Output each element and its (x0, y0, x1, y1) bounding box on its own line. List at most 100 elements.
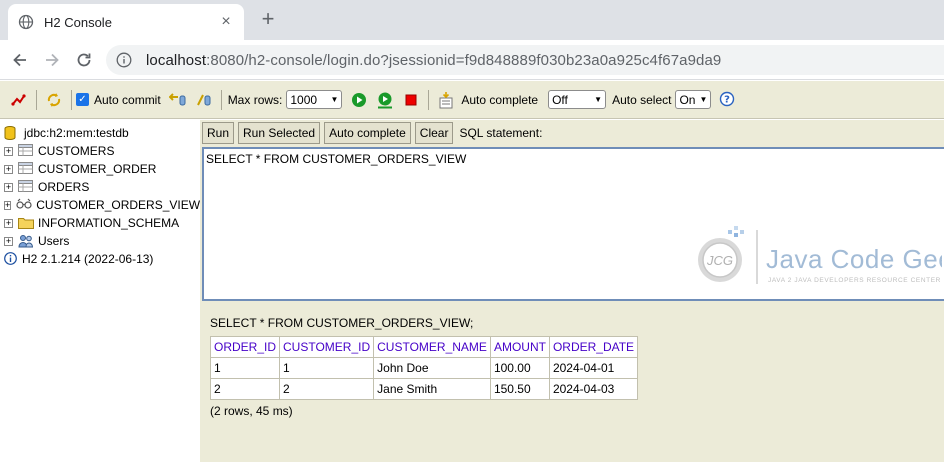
browser-navbar: localhost:8080/h2-console/login.do?jsess… (0, 40, 944, 80)
address-bar[interactable]: localhost:8080/h2-console/login.do?jsess… (106, 45, 944, 75)
max-rows-value: 1000 (290, 92, 318, 107)
auto-select-value: On (679, 92, 696, 107)
expand-icon[interactable]: + (4, 200, 12, 210)
tree-item-customer-order[interactable]: + CUSTOMER_ORDER (0, 160, 200, 178)
column-header[interactable]: ORDER_ID (209, 336, 281, 358)
table-cell: 100.00 (489, 357, 550, 379)
table-cell: 2 (279, 378, 375, 400)
tab-title: H2 Console (44, 14, 112, 30)
table-cell: 150.50 (489, 378, 550, 400)
column-header[interactable]: ORDER_DATE (548, 336, 639, 358)
folder-icon (18, 216, 34, 230)
back-button[interactable] (8, 48, 32, 72)
browser-tabstrip: H2 Console × + (0, 0, 944, 40)
browser-tab[interactable]: H2 Console × (8, 4, 244, 40)
close-tab-icon[interactable]: × (218, 13, 234, 31)
result-footer: (2 rows, 45 ms) (210, 404, 293, 418)
stop-icon[interactable] (402, 91, 420, 109)
table-cell: John Doe (373, 357, 491, 379)
connection-label: jdbc:h2:mem:testdb (24, 126, 129, 140)
auto-complete-button[interactable]: Auto complete (324, 122, 411, 144)
table-row: 2 2 Jane Smith 150.50 2024-04-03 (209, 378, 639, 400)
sql-text: SELECT * FROM CUSTOMER_ORDERS_VIEW (206, 152, 467, 166)
run-button[interactable]: Run (202, 122, 235, 144)
tree-item-orders[interactable]: + ORDERS (0, 178, 200, 196)
editor-button-row: Run Run Selected Auto complete Clear SQL… (202, 122, 542, 144)
tree-item-customer-orders-view[interactable]: + CUSTOMER_ORDERS_VIEW (0, 196, 200, 214)
toolbar-divider (36, 89, 37, 110)
max-rows-label: Max rows: (227, 92, 283, 107)
table-icon (18, 180, 34, 194)
sql-statement-label: SQL statement: (459, 126, 543, 140)
info-icon[interactable] (116, 52, 132, 68)
url-path: :8080/h2-console/login.do?jsessionid=f9d… (206, 51, 722, 69)
rollback-icon[interactable] (168, 91, 187, 109)
table-cell: 2024-04-03 (548, 378, 639, 400)
jcg-watermark: JCG Java Code Geeks JAVA 2 JAVA DEVELOPE… (692, 224, 944, 294)
reload-button[interactable] (72, 48, 96, 72)
jcg-logo: JCG Java Code Geeks JAVA 2 JAVA DEVELOPE… (698, 226, 944, 284)
h2-toolbar: ✓ Auto commit Max rows: 1000 ▼ Auto compl… (0, 81, 944, 119)
tree-item-label: ORDERS (38, 180, 90, 194)
auto-commit-checkbox[interactable]: ✓ (76, 93, 89, 106)
url-host: localhost (146, 51, 207, 69)
clear-button[interactable]: Clear (414, 122, 454, 144)
column-header[interactable]: AMOUNT (489, 336, 550, 358)
sql-editor[interactable]: SELECT * FROM CUSTOMER_ORDERS_VIEW JCG J… (202, 147, 944, 301)
auto-complete-select[interactable]: Off ▼ (548, 90, 607, 109)
auto-select-label: Auto select (612, 92, 672, 107)
info-icon (4, 252, 18, 266)
run-selected-button[interactable]: Run Selected (238, 122, 321, 144)
expand-icon[interactable]: + (4, 182, 13, 192)
run-icon[interactable] (350, 91, 368, 109)
chevron-down-icon: ▼ (594, 95, 603, 104)
view-icon (16, 198, 32, 212)
tree-item-label: CUSTOMERS (38, 144, 115, 158)
column-header[interactable]: CUSTOMER_ID (279, 336, 375, 358)
disconnect-icon[interactable] (10, 91, 28, 109)
run-selected-icon[interactable] (376, 91, 394, 109)
refresh-icon[interactable] (45, 91, 63, 109)
tree-version: H2 2.1.214 (2022-06-13) (0, 250, 200, 268)
tree-connection[interactable]: jdbc:h2:mem:testdb (0, 124, 200, 142)
result-area: SELECT * FROM CUSTOMER_ORDERS_VIEW; ORDE… (209, 316, 639, 418)
expand-icon[interactable]: + (4, 218, 13, 228)
column-header[interactable]: CUSTOMER_NAME (373, 336, 491, 358)
auto-commit-label: Auto commit (94, 92, 161, 107)
tree-item-label: CUSTOMER_ORDERS_VIEW (36, 198, 200, 212)
version-label: H2 2.1.214 (2022-06-13) (22, 252, 154, 266)
table-cell: Jane Smith (373, 378, 491, 400)
database-icon (4, 126, 20, 141)
query-panel: Run Run Selected Auto complete Clear SQL… (200, 120, 944, 462)
expand-icon[interactable]: + (4, 146, 13, 156)
tree-item-customers[interactable]: + CUSTOMERS (0, 142, 200, 160)
svg-text:JAVA 2 JAVA DEVELOPERS RESOURC: JAVA 2 JAVA DEVELOPERS RESOURCE CENTER (768, 277, 941, 284)
svg-text:Java Code Geeks: Java Code Geeks (766, 244, 942, 274)
schema-tree: jdbc:h2:mem:testdb + CUSTOMERS + CUSTOME… (0, 120, 200, 462)
commit-icon[interactable] (195, 91, 213, 109)
result-table: ORDER_ID CUSTOMER_ID CUSTOMER_NAME AMOUN… (209, 336, 639, 400)
tree-item-users[interactable]: + Users (0, 232, 200, 250)
new-tab-button[interactable]: + (256, 8, 280, 32)
history-icon[interactable] (437, 91, 455, 109)
url-text: localhost:8080/h2-console/login.do?jsess… (146, 52, 721, 69)
users-icon (18, 234, 34, 248)
max-rows-select[interactable]: 1000 ▼ (286, 90, 343, 109)
toolbar-divider (71, 89, 72, 110)
help-icon[interactable]: ? (719, 91, 737, 109)
globe-icon (18, 14, 34, 30)
expand-icon[interactable]: + (4, 236, 13, 246)
auto-select-select[interactable]: On ▼ (675, 90, 712, 109)
tree-item-label: CUSTOMER_ORDER (38, 162, 157, 176)
forward-button[interactable] (40, 48, 64, 72)
toolbar-divider (428, 89, 430, 110)
expand-icon[interactable]: + (4, 164, 13, 174)
tree-item-label: Users (38, 234, 70, 248)
svg-text:JCG: JCG (706, 253, 733, 268)
toolbar-divider (220, 89, 222, 110)
table-row: 1 1 John Doe 100.00 2024-04-01 (209, 357, 639, 379)
result-header-row: ORDER_ID CUSTOMER_ID CUSTOMER_NAME AMOUN… (209, 336, 639, 358)
tree-item-information-schema[interactable]: + INFORMATION_SCHEMA (0, 214, 200, 232)
svg-text:?: ? (725, 94, 731, 105)
table-cell: 2024-04-01 (548, 357, 639, 379)
